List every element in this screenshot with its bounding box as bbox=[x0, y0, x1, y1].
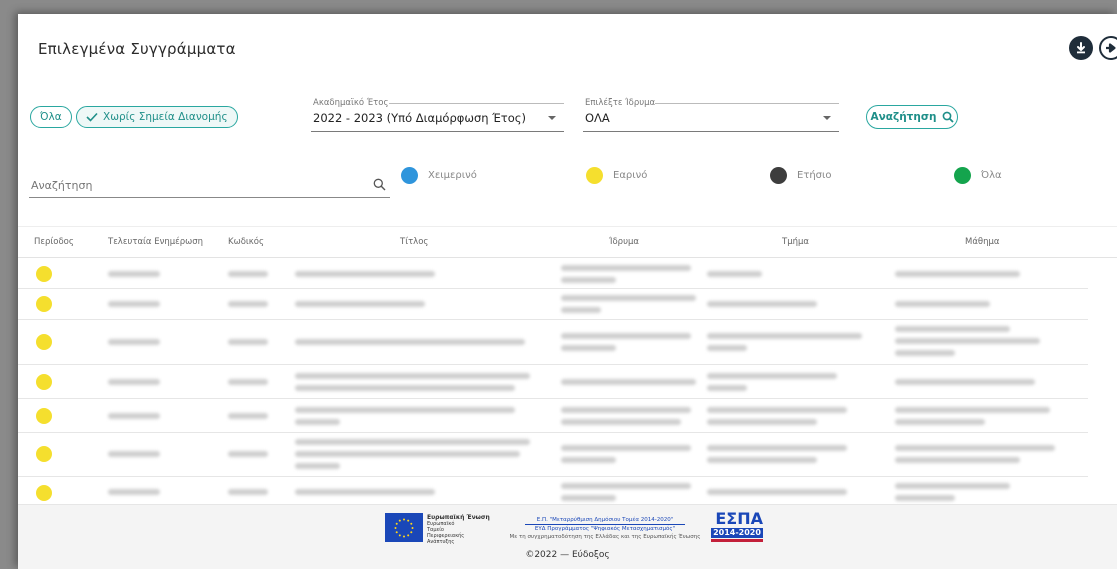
academic-year-value: 2022 - 2023 (Υπό Διαμόρφωση Έτος) bbox=[313, 111, 526, 125]
ep-text: Ε.Π. "Μεταρρύθμιση Δημόσιου Τομέα 2014-2… bbox=[500, 516, 710, 541]
search-button[interactable]: Αναζήτηση bbox=[866, 105, 958, 129]
search-placeholder: Αναζήτηση bbox=[31, 179, 93, 192]
copyright: ©2022 — Εύδοξος bbox=[525, 550, 610, 560]
winter-dot bbox=[401, 167, 418, 184]
page-title: Επιλεγμένα Συγγράμματα bbox=[38, 40, 236, 58]
legend-winter: Χειμερινό bbox=[401, 167, 477, 184]
search-icon bbox=[373, 178, 386, 191]
institution-value: ΟΛΑ bbox=[585, 111, 610, 125]
eu-text: Ευρωπαϊκή Ένωση Ευρωπαϊκό Ταμείο Περιφερ… bbox=[427, 515, 490, 546]
institution-legend: Επιλέξτε Ίδρυμα bbox=[585, 98, 656, 108]
legend-spring-label: Εαρινό bbox=[613, 170, 648, 181]
table-row[interactable] bbox=[18, 320, 1088, 365]
chip-no-distribution[interactable]: Χωρίς Σημεία Διανομής bbox=[76, 106, 238, 128]
arrow-right-icon bbox=[1106, 43, 1116, 53]
table-row[interactable] bbox=[18, 399, 1088, 433]
annual-dot bbox=[770, 167, 787, 184]
col-code[interactable]: Κωδικός bbox=[228, 237, 264, 247]
period-dot bbox=[36, 485, 52, 501]
eu-flag-icon bbox=[385, 513, 423, 542]
download-icon bbox=[1077, 42, 1085, 54]
eu-subtitle: Ευρωπαϊκό Ταμείο Περιφερειακής Ανάπτυξης bbox=[427, 521, 465, 545]
table-row[interactable] bbox=[18, 259, 1088, 289]
main-window: Επιλεγμένα Συγγράμματα Όλα Χωρίς Σημεία … bbox=[18, 14, 1117, 569]
chevron-down-icon bbox=[823, 116, 831, 120]
chip-all-label: Όλα bbox=[40, 111, 62, 123]
search-input[interactable]: Αναζήτηση bbox=[29, 174, 390, 198]
academic-year-legend: Ακαδημαϊκό Έτος bbox=[313, 98, 389, 108]
chip-all[interactable]: Όλα bbox=[30, 106, 72, 128]
chip-no-distribution-label: Χωρίς Σημεία Διανομής bbox=[103, 111, 228, 123]
col-period[interactable]: Περίοδος bbox=[34, 237, 74, 247]
col-course[interactable]: Μάθημα bbox=[965, 237, 1000, 247]
espa-logo: ΕΣΠΑ 2014-2020 bbox=[711, 511, 763, 543]
download-button[interactable] bbox=[1069, 36, 1093, 60]
period-dot bbox=[36, 334, 52, 350]
check-icon bbox=[86, 112, 98, 122]
footer: Ευρωπαϊκή Ένωση Ευρωπαϊκό Ταμείο Περιφερ… bbox=[18, 504, 1117, 569]
period-dot bbox=[36, 408, 52, 424]
period-dot bbox=[36, 266, 52, 282]
period-dot bbox=[36, 296, 52, 312]
academic-year-select[interactable]: Ακαδημαϊκό Έτος 2022 - 2023 (Υπό Διαμόρφ… bbox=[311, 98, 564, 132]
legend-winter-label: Χειμερινό bbox=[428, 170, 477, 181]
espa-logo-text: ΕΣΠΑ bbox=[715, 509, 763, 528]
institution-select[interactable]: Επιλέξτε Ίδρυμα ΟΛΑ bbox=[583, 98, 839, 132]
top-actions bbox=[1069, 36, 1117, 60]
ep-line3: Με τη συγχρηματοδότηση της Ελλάδας και τ… bbox=[509, 534, 701, 540]
period-dot bbox=[36, 374, 52, 390]
legend-all-label: Όλα bbox=[981, 170, 1002, 181]
col-last-update[interactable]: Τελευταία Ενημέρωση bbox=[108, 237, 203, 247]
table-row[interactable] bbox=[18, 365, 1088, 399]
legend-annual-label: Ετήσιο bbox=[797, 170, 832, 181]
legend-spring: Εαρινό bbox=[586, 167, 647, 184]
search-button-label: Αναζήτηση bbox=[870, 111, 937, 123]
table-row[interactable] bbox=[18, 477, 1088, 507]
all-dot bbox=[954, 167, 971, 184]
col-institution[interactable]: Ίδρυμα bbox=[609, 237, 639, 247]
ep-line2: ΕΥΔ Προγράμματος "Ψηφιακός Μετασχηματισμ… bbox=[534, 526, 676, 532]
search-icon bbox=[942, 111, 954, 123]
col-title[interactable]: Τίτλος bbox=[400, 237, 428, 247]
spring-dot bbox=[586, 167, 603, 184]
table-row[interactable] bbox=[18, 289, 1088, 320]
next-button[interactable] bbox=[1099, 36, 1117, 60]
espa-years: 2014-2020 bbox=[711, 528, 763, 538]
legend-all: Όλα bbox=[954, 167, 1002, 184]
eu-stars-icon bbox=[394, 518, 414, 537]
ep-title: Ε.Π. "Μεταρρύθμιση Δημόσιου Τομέα 2014-2… bbox=[536, 517, 674, 523]
col-department[interactable]: Τμήμα bbox=[782, 237, 809, 247]
chevron-down-icon bbox=[548, 116, 556, 120]
legend-annual: Ετήσιο bbox=[770, 167, 832, 184]
period-dot bbox=[36, 446, 52, 462]
table-header: Περίοδος Τελευταία Ενημέρωση Κωδικός Τίτ… bbox=[18, 226, 1117, 258]
table-row[interactable] bbox=[18, 433, 1088, 477]
